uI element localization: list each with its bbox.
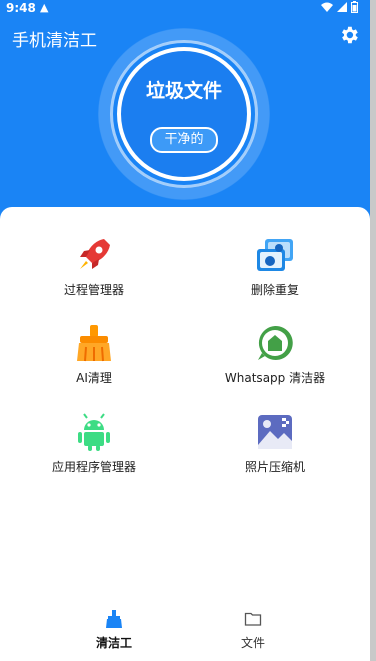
- header-area: 9:48 ▲ 手机清洁工 垃圾文件 干净的: [0, 0, 370, 240]
- tool-label: AI清理: [76, 371, 112, 385]
- alert-icon: ▲: [40, 1, 49, 14]
- junk-files-title: 垃圾文件: [145, 80, 222, 102]
- broom-icon: [77, 325, 111, 362]
- tool-label: Whatsapp 清洁器: [224, 371, 326, 385]
- nav-item-files[interactable]: 文件: [203, 610, 303, 651]
- tool-photo-compressor[interactable]: 照片压缩机: [195, 412, 355, 475]
- status-icons: [321, 1, 358, 13]
- clean-status-badge: 干净的: [150, 127, 218, 153]
- status-time: 9:48: [6, 1, 36, 15]
- settings-button[interactable]: [338, 24, 360, 46]
- tool-label: 过程管理器: [63, 283, 124, 297]
- tool-delete-duplicates[interactable]: 删除重复: [195, 235, 355, 298]
- rocket-icon: [80, 239, 110, 269]
- tool-label: 应用程序管理器: [51, 460, 136, 474]
- screen: 9:48 ▲ 手机清洁工 垃圾文件 干净的 过程管理器 删除重复 AI清理 Wh…: [0, 0, 376, 661]
- tool-whatsapp-cleaner[interactable]: Whatsapp 清洁器: [195, 323, 355, 386]
- tool-label: 删除重复: [250, 283, 299, 297]
- battery-icon: [351, 1, 358, 13]
- folder-icon: [244, 612, 262, 626]
- tools-card: 过程管理器 删除重复 AI清理 Whatsapp 清洁器 应用程序管理器 照片压…: [0, 207, 370, 661]
- wifi-icon: [321, 2, 333, 12]
- status-bar: 9:48 ▲: [0, 0, 370, 18]
- signal-icon: [337, 2, 347, 12]
- duplicate-images-icon: [257, 239, 293, 271]
- junk-files-gauge[interactable]: [117, 47, 251, 181]
- nav-label: 清洁工: [95, 636, 132, 650]
- tool-process-manager[interactable]: 过程管理器: [14, 235, 174, 298]
- app-title: 手机清洁工: [12, 31, 97, 51]
- gear-icon: [342, 26, 358, 44]
- nav-label: 文件: [240, 636, 265, 650]
- window-edge: [370, 0, 376, 661]
- broom-nav-icon: [106, 610, 122, 628]
- tool-app-manager[interactable]: 应用程序管理器: [14, 412, 174, 475]
- bottom-navigation: 清洁工 文件: [0, 598, 370, 661]
- nav-item-cleaner[interactable]: 清洁工: [64, 610, 164, 651]
- tool-label: 照片压缩机: [244, 460, 305, 474]
- android-icon: [78, 413, 110, 451]
- tool-ai-clean[interactable]: AI清理: [14, 323, 174, 386]
- photo-compress-icon: [258, 415, 292, 449]
- whatsapp-icon: [258, 325, 293, 360]
